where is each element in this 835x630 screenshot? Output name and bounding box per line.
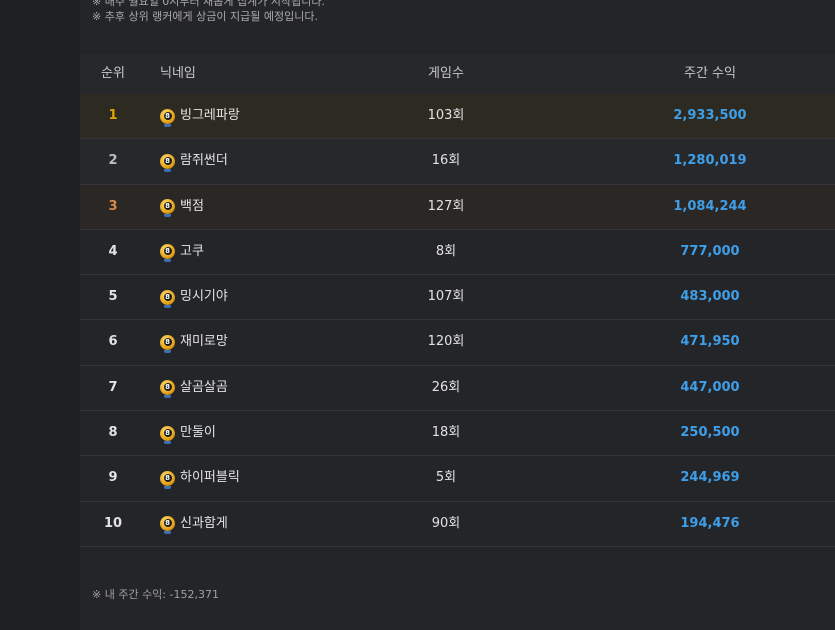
rank-cell: 10 <box>103 515 123 531</box>
level-badge-number: 8 <box>165 519 170 528</box>
nickname-text: 재미로망 <box>180 334 228 350</box>
nickname-cell: 8 만둘이 <box>160 411 216 455</box>
level-badge-number: 8 <box>165 111 170 120</box>
games-cell: 8회 <box>435 243 457 259</box>
table-row[interactable]: 7 8 살곰살곰 26회 447,000 <box>80 366 835 412</box>
billiard-ball-8-icon: 8 <box>160 199 175 218</box>
games-cell: 26회 <box>431 379 461 395</box>
rank-cell: 5 <box>108 289 118 305</box>
level-badge-number: 8 <box>165 156 170 165</box>
level-badge-number: 8 <box>165 337 170 346</box>
nickname-cell: 8 백점 <box>160 185 204 229</box>
table-row[interactable]: 2 8 람쥐썬더 16회 1,280,019 <box>80 139 835 185</box>
billiard-ball-8-icon: 8 <box>160 153 175 172</box>
table-row[interactable]: 10 8 신과함게 90회 194,476 <box>80 502 835 547</box>
income-cell: 447,000 <box>680 379 740 395</box>
table-row[interactable]: 8 8 만둘이 18회 250,500 <box>80 411 835 457</box>
nickname-text: 살곰살곰 <box>180 379 228 395</box>
nickname-text: 람쥐썬더 <box>180 153 228 169</box>
table-row[interactable]: 9 8 하이퍼블릭 5회 244,969 <box>80 456 835 502</box>
nickname-cell: 8 빙그레파랑 <box>160 94 240 138</box>
nickname-cell: 8 재미로망 <box>160 320 228 364</box>
header-games: 게임수 <box>428 66 464 81</box>
level-badge-number: 8 <box>165 247 170 256</box>
games-cell: 18회 <box>431 425 461 441</box>
level-badge-number: 8 <box>165 202 170 211</box>
rank-cell: 4 <box>108 243 118 259</box>
notice-weekly-reset: ※ 매주 월요일 0시부터 새롭게 집계가 시작됩니다. <box>92 0 325 8</box>
nickname-text: 고쿠 <box>180 243 204 259</box>
nickname-text: 백점 <box>180 198 204 214</box>
nickname-text: 하이퍼블릭 <box>180 470 240 486</box>
rank-cell: 6 <box>108 334 118 350</box>
nickname-text: 만둘이 <box>180 425 216 441</box>
table-row[interactable]: 5 8 밍시기야 107회 483,000 <box>80 275 835 321</box>
income-cell: 483,000 <box>680 289 740 305</box>
income-cell: 777,000 <box>680 243 740 259</box>
games-cell: 90회 <box>431 515 461 531</box>
rank-cell: 2 <box>108 153 118 169</box>
games-cell: 127회 <box>427 198 465 214</box>
rank-cell: 7 <box>108 379 118 395</box>
income-cell: 1,084,244 <box>673 198 747 214</box>
header-nickname: 닉네임 <box>160 66 196 81</box>
income-cell: 1,280,019 <box>673 153 747 169</box>
header-weekly-income: 주간 수익 <box>684 66 736 81</box>
income-cell: 244,969 <box>680 470 740 486</box>
billiard-ball-8-icon: 8 <box>160 380 175 399</box>
level-badge-number: 8 <box>165 428 170 437</box>
games-cell: 16회 <box>431 153 461 169</box>
nickname-cell: 8 고쿠 <box>160 230 204 274</box>
table-row[interactable]: 3 8 백점 127회 1,084,244 <box>80 184 835 230</box>
rank-cell: 3 <box>108 198 118 214</box>
billiard-ball-8-icon: 8 <box>160 470 175 489</box>
games-cell: 103회 <box>427 108 465 123</box>
header-rank: 순위 <box>101 66 125 81</box>
level-badge-number: 8 <box>165 292 170 301</box>
table-header: 순위 닉네임 게임수 주간 수익 <box>80 54 835 94</box>
games-cell: 120회 <box>427 334 465 350</box>
level-badge-number: 8 <box>165 473 170 482</box>
notice-prize: ※ 추후 상위 랭커에게 상금이 지급될 예정입니다. <box>92 10 318 23</box>
nickname-cell: 8 하이퍼블릭 <box>160 456 240 500</box>
rank-cell: 1 <box>108 108 118 123</box>
income-cell: 471,950 <box>680 334 740 350</box>
income-cell: 194,476 <box>680 515 740 531</box>
nickname-text: 밍시기야 <box>180 289 228 305</box>
billiard-ball-8-icon: 8 <box>160 244 175 263</box>
income-cell: 2,933,500 <box>673 108 747 123</box>
games-cell: 5회 <box>435 470 457 486</box>
nickname-cell: 8 신과함게 <box>160 502 228 546</box>
billiard-ball-8-icon: 8 <box>160 425 175 444</box>
level-badge-number: 8 <box>165 383 170 392</box>
billiard-ball-8-icon: 8 <box>160 334 175 353</box>
table-row[interactable]: 1 8 빙그레파랑 103회 2,933,500 <box>80 94 835 140</box>
ranking-table: 순위 닉네임 게임수 주간 수익 1 8 빙그레파랑 103회 2,933,500… <box>80 54 835 547</box>
income-cell: 250,500 <box>680 425 740 441</box>
billiard-ball-8-icon: 8 <box>160 516 175 535</box>
ranking-page: ※ 매주 월요일 0시부터 새롭게 집계가 시작됩니다. ※ 추후 상위 랭커에… <box>0 0 835 630</box>
nickname-cell: 8 살곰살곰 <box>160 366 228 410</box>
nickname-text: 신과함게 <box>180 515 228 531</box>
my-weekly-income: ※ 내 주간 수익: -152,371 <box>92 588 219 601</box>
nickname-text: 빙그레파랑 <box>180 108 240 123</box>
games-cell: 107회 <box>427 289 465 305</box>
billiard-ball-8-icon: 8 <box>160 289 175 308</box>
rank-cell: 9 <box>108 470 118 486</box>
table-row[interactable]: 4 8 고쿠 8회 777,000 <box>80 230 835 276</box>
table-row[interactable]: 6 8 재미로망 120회 471,950 <box>80 320 835 366</box>
nickname-cell: 8 람쥐썬더 <box>160 139 228 183</box>
billiard-ball-8-icon: 8 <box>160 108 175 127</box>
nickname-cell: 8 밍시기야 <box>160 275 228 319</box>
rank-cell: 8 <box>108 425 118 441</box>
